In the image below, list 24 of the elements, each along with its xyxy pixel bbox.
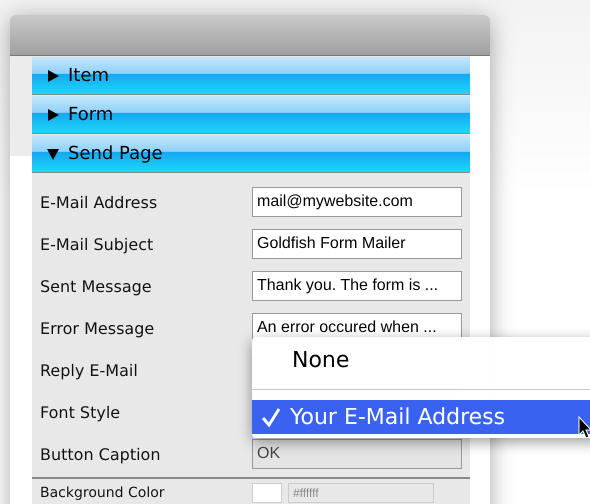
disclosure-triangle-icon (46, 146, 60, 160)
section-header[interactable]: Form (32, 96, 470, 134)
text-field[interactable]: OK (252, 439, 462, 469)
section-title: Form (68, 104, 114, 125)
field-label: Sent Message (39, 276, 153, 296)
section-header[interactable]: Item (32, 57, 470, 95)
field-label: Background Color (39, 485, 166, 501)
field-label: Font Style (39, 402, 122, 422)
menu-item[interactable]: None (252, 343, 590, 377)
field-label: Reply E-Mail (39, 360, 139, 380)
field-label: Button Caption (39, 444, 162, 464)
field-label: Error Message (39, 318, 156, 338)
disclosure-triangle-icon (46, 68, 60, 82)
disclosure-triangle-icon (46, 108, 60, 122)
checkmark-icon (260, 406, 282, 428)
section-header[interactable]: Send Page (32, 135, 470, 173)
field-label: E-Mail Subject (39, 234, 154, 254)
menu-item[interactable]: Your E-Mail Address (252, 400, 590, 434)
section-title: Send Page (68, 143, 163, 164)
field-label: E-Mail Address (39, 192, 158, 212)
text-field[interactable]: mail@mywebsite.com (252, 187, 462, 217)
section-title: Item (68, 65, 109, 86)
text-field[interactable]: Goldfish Form Mailer (252, 229, 462, 259)
text-field[interactable]: Thank you. The form is ... (252, 271, 462, 301)
